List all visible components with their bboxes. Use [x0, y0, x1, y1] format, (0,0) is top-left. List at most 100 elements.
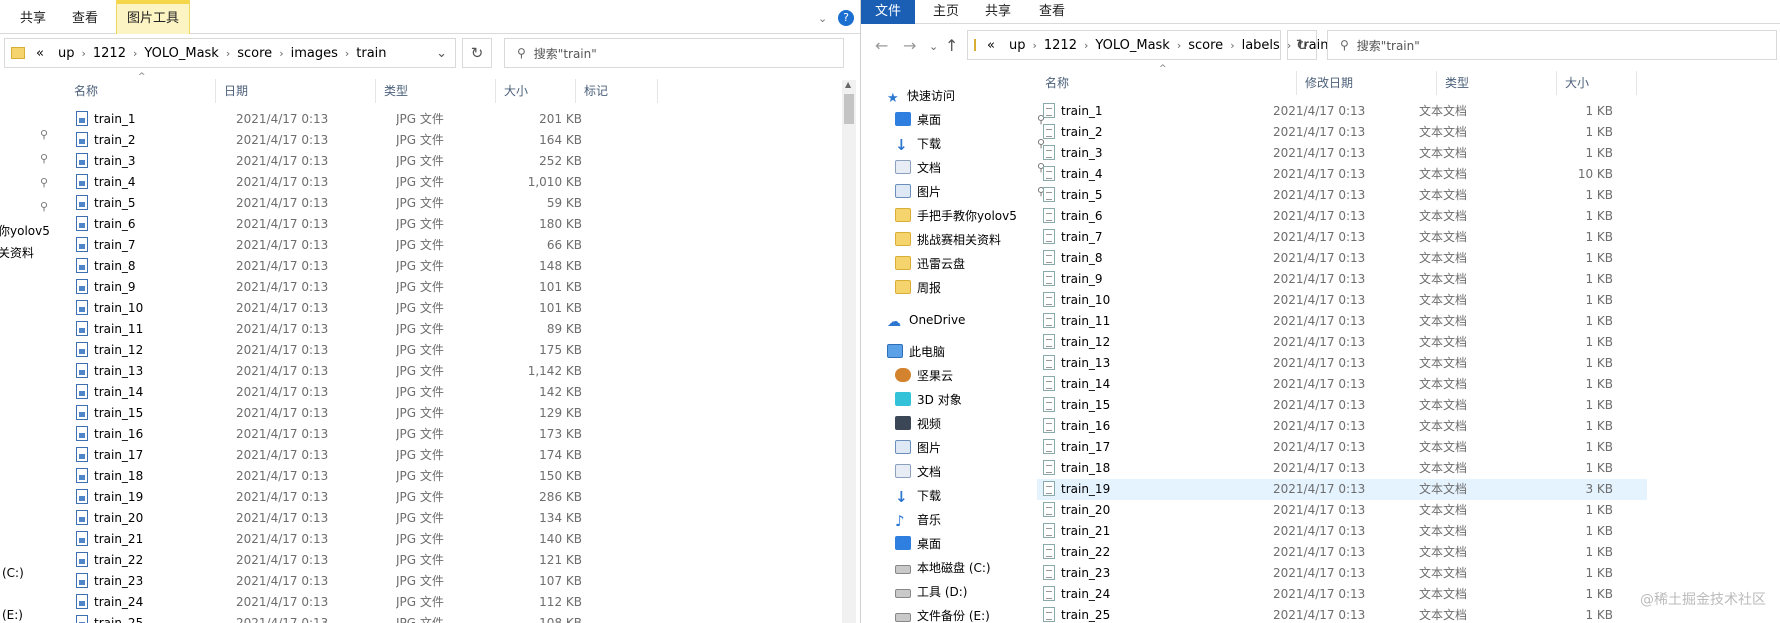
- table-row[interactable]: train_10 2021/4/17 0:13 JPG 文件 101 KB: [76, 298, 582, 319]
- table-row[interactable]: train_7 2021/4/17 0:13 JPG 文件 66 KB: [76, 235, 582, 256]
- breadcrumb-item[interactable]: YOLO_Mask: [137, 46, 225, 61]
- column-type[interactable]: 类型: [1437, 71, 1557, 95]
- right-search-input[interactable]: ⚲ 搜索"train": [1327, 30, 1777, 60]
- column-tag[interactable]: 标记: [576, 79, 658, 103]
- address-dropdown-icon[interactable]: ⌄: [436, 46, 455, 61]
- nav-item[interactable]: ★ 快速访问: [887, 84, 1047, 108]
- table-row[interactable]: train_23 2021/4/17 0:13 文本文档 1 KB: [1037, 563, 1647, 584]
- table-row[interactable]: train_15 2021/4/17 0:13 JPG 文件 129 KB: [76, 403, 582, 424]
- tab-view[interactable]: 查看: [72, 0, 98, 34]
- breadcrumb-item[interactable]: score: [1181, 38, 1230, 53]
- nav-item[interactable]: 图片 ⚲: [887, 180, 1047, 204]
- table-row[interactable]: train_13 2021/4/17 0:13 文本文档 1 KB: [1037, 353, 1647, 374]
- breadcrumb-item[interactable]: score: [230, 46, 279, 61]
- table-row[interactable]: train_16 2021/4/17 0:13 文本文档 1 KB: [1037, 416, 1647, 437]
- left-search-input[interactable]: ⚲ 搜索"train": [504, 38, 844, 68]
- tab-picture-tools[interactable]: 图片工具: [116, 0, 191, 34]
- back-icon[interactable]: ←: [875, 36, 888, 55]
- table-row[interactable]: train_21 2021/4/17 0:13 JPG 文件 140 KB: [76, 529, 582, 550]
- nav-item[interactable]: 此电脑: [887, 340, 1047, 364]
- tab-view[interactable]: 查看: [1039, 0, 1065, 24]
- table-row[interactable]: train_6 2021/4/17 0:13 文本文档 1 KB: [1037, 206, 1647, 227]
- breadcrumb-item[interactable]: up: [51, 46, 82, 61]
- column-date[interactable]: 修改日期: [1297, 71, 1437, 95]
- nav-item[interactable]: 视频: [887, 412, 1047, 436]
- tab-home[interactable]: 主页: [933, 0, 959, 24]
- scroll-up-icon[interactable]: ▲: [845, 80, 851, 89]
- table-row[interactable]: train_18 2021/4/17 0:13 JPG 文件 150 KB: [76, 466, 582, 487]
- recent-dropdown-icon[interactable]: ⌄: [929, 40, 938, 53]
- table-row[interactable]: train_12 2021/4/17 0:13 JPG 文件 175 KB: [76, 340, 582, 361]
- table-row[interactable]: train_25 2021/4/17 0:13 JPG 文件 108 KB: [76, 613, 582, 623]
- table-row[interactable]: train_5 2021/4/17 0:13 JPG 文件 59 KB: [76, 193, 582, 214]
- breadcrumb-overflow[interactable]: «: [980, 38, 1002, 53]
- refresh-icon[interactable]: ↻: [462, 38, 492, 68]
- nav-item-partial[interactable]: (E:): [2, 608, 23, 622]
- scrollbar-thumb[interactable]: [844, 94, 854, 124]
- ribbon-collapse-icon[interactable]: ⌄: [818, 12, 827, 25]
- column-date[interactable]: 日期: [216, 79, 376, 103]
- help-icon[interactable]: ?: [838, 10, 854, 26]
- nav-item-partial[interactable]: 关资料: [0, 244, 34, 261]
- table-row[interactable]: train_20 2021/4/17 0:13 JPG 文件 134 KB: [76, 508, 582, 529]
- nav-item[interactable]: 迅雷云盘: [887, 252, 1047, 276]
- nav-item[interactable]: 文档 ⚲: [887, 156, 1047, 180]
- table-row[interactable]: train_9 2021/4/17 0:13 文本文档 1 KB: [1037, 269, 1647, 290]
- breadcrumb-item[interactable]: 1212: [1037, 38, 1084, 53]
- tab-file[interactable]: 文件: [861, 0, 916, 24]
- refresh-icon[interactable]: ↻: [1287, 30, 1317, 60]
- nav-item-partial[interactable]: (C:): [2, 566, 24, 580]
- column-name[interactable]: 名称: [1037, 71, 1297, 95]
- table-row[interactable]: train_4 2021/4/17 0:13 文本文档 10 KB: [1037, 164, 1647, 185]
- table-row[interactable]: train_7 2021/4/17 0:13 文本文档 1 KB: [1037, 227, 1647, 248]
- table-row[interactable]: train_18 2021/4/17 0:13 文本文档 1 KB: [1037, 458, 1647, 479]
- nav-item[interactable]: 3D 对象: [887, 388, 1047, 412]
- left-address-bar[interactable]: « up › 1212 › YOLO_Mask › score › images › tr…: [4, 38, 456, 68]
- table-row[interactable]: train_17 2021/4/17 0:13 JPG 文件 174 KB: [76, 445, 582, 466]
- table-row[interactable]: train_21 2021/4/17 0:13 文本文档 1 KB: [1037, 521, 1647, 542]
- breadcrumb-item[interactable]: images: [284, 46, 345, 61]
- nav-item[interactable]: ♪ 音乐: [887, 508, 1047, 532]
- table-row[interactable]: train_22 2021/4/17 0:13 文本文档 1 KB: [1037, 542, 1647, 563]
- column-type[interactable]: 类型: [376, 79, 496, 103]
- nav-item[interactable]: 文件备份 (E:): [887, 604, 1047, 623]
- table-row[interactable]: train_3 2021/4/17 0:13 文本文档 1 KB: [1037, 143, 1647, 164]
- table-row[interactable]: train_25 2021/4/17 0:13 文本文档 1 KB: [1037, 605, 1647, 623]
- table-row[interactable]: train_11 2021/4/17 0:13 JPG 文件 89 KB: [76, 319, 582, 340]
- table-row[interactable]: train_24 2021/4/17 0:13 文本文档 1 KB: [1037, 584, 1647, 605]
- breadcrumb-item[interactable]: labels: [1235, 38, 1287, 53]
- nav-item[interactable]: 周报: [887, 276, 1047, 300]
- table-row[interactable]: train_4 2021/4/17 0:13 JPG 文件 1,010 KB: [76, 172, 582, 193]
- table-row[interactable]: train_1 2021/4/17 0:13 文本文档 1 KB: [1037, 101, 1647, 122]
- table-row[interactable]: train_24 2021/4/17 0:13 JPG 文件 112 KB: [76, 592, 582, 613]
- tab-share[interactable]: 共享: [20, 0, 46, 34]
- up-icon[interactable]: ↑: [945, 36, 958, 55]
- nav-item[interactable]: 手把手教你yolov5: [887, 204, 1047, 228]
- table-row[interactable]: train_22 2021/4/17 0:13 JPG 文件 121 KB: [76, 550, 582, 571]
- breadcrumb-overflow[interactable]: «: [29, 46, 51, 61]
- nav-item[interactable]: 坚果云: [887, 364, 1047, 388]
- nav-item[interactable]: 工具 (D:): [887, 580, 1047, 604]
- table-row[interactable]: train_8 2021/4/17 0:13 JPG 文件 148 KB: [76, 256, 582, 277]
- table-row[interactable]: train_5 2021/4/17 0:13 文本文档 1 KB: [1037, 185, 1647, 206]
- table-row[interactable]: train_2 2021/4/17 0:13 文本文档 1 KB: [1037, 122, 1647, 143]
- table-row[interactable]: train_6 2021/4/17 0:13 JPG 文件 180 KB: [76, 214, 582, 235]
- nav-item[interactable]: ↓ 下载: [887, 484, 1047, 508]
- column-size[interactable]: 大小: [496, 79, 576, 103]
- table-row[interactable]: train_12 2021/4/17 0:13 文本文档 1 KB: [1037, 332, 1647, 353]
- nav-item[interactable]: 本地磁盘 (C:): [887, 556, 1047, 580]
- nav-item[interactable]: 桌面 ⚲: [887, 108, 1047, 132]
- table-row[interactable]: train_2 2021/4/17 0:13 JPG 文件 164 KB: [76, 130, 582, 151]
- breadcrumb-item[interactable]: up: [1002, 38, 1033, 53]
- table-row[interactable]: train_23 2021/4/17 0:13 JPG 文件 107 KB: [76, 571, 582, 592]
- table-row[interactable]: train_1 2021/4/17 0:13 JPG 文件 201 KB: [76, 109, 582, 130]
- table-row[interactable]: train_17 2021/4/17 0:13 文本文档 1 KB: [1037, 437, 1647, 458]
- right-address-bar[interactable]: « up › 1212 › YOLO_Mask › score › labels › tr…: [967, 30, 1346, 60]
- nav-item[interactable]: ↓ 下载 ⚲: [887, 132, 1047, 156]
- table-row[interactable]: train_19 2021/4/17 0:13 JPG 文件 286 KB: [76, 487, 582, 508]
- column-size[interactable]: 大小: [1557, 71, 1637, 95]
- nav-item[interactable]: ☁ OneDrive: [887, 308, 1047, 332]
- forward-icon[interactable]: →: [903, 36, 916, 55]
- table-row[interactable]: train_14 2021/4/17 0:13 文本文档 1 KB: [1037, 374, 1647, 395]
- tab-share[interactable]: 共享: [985, 0, 1011, 24]
